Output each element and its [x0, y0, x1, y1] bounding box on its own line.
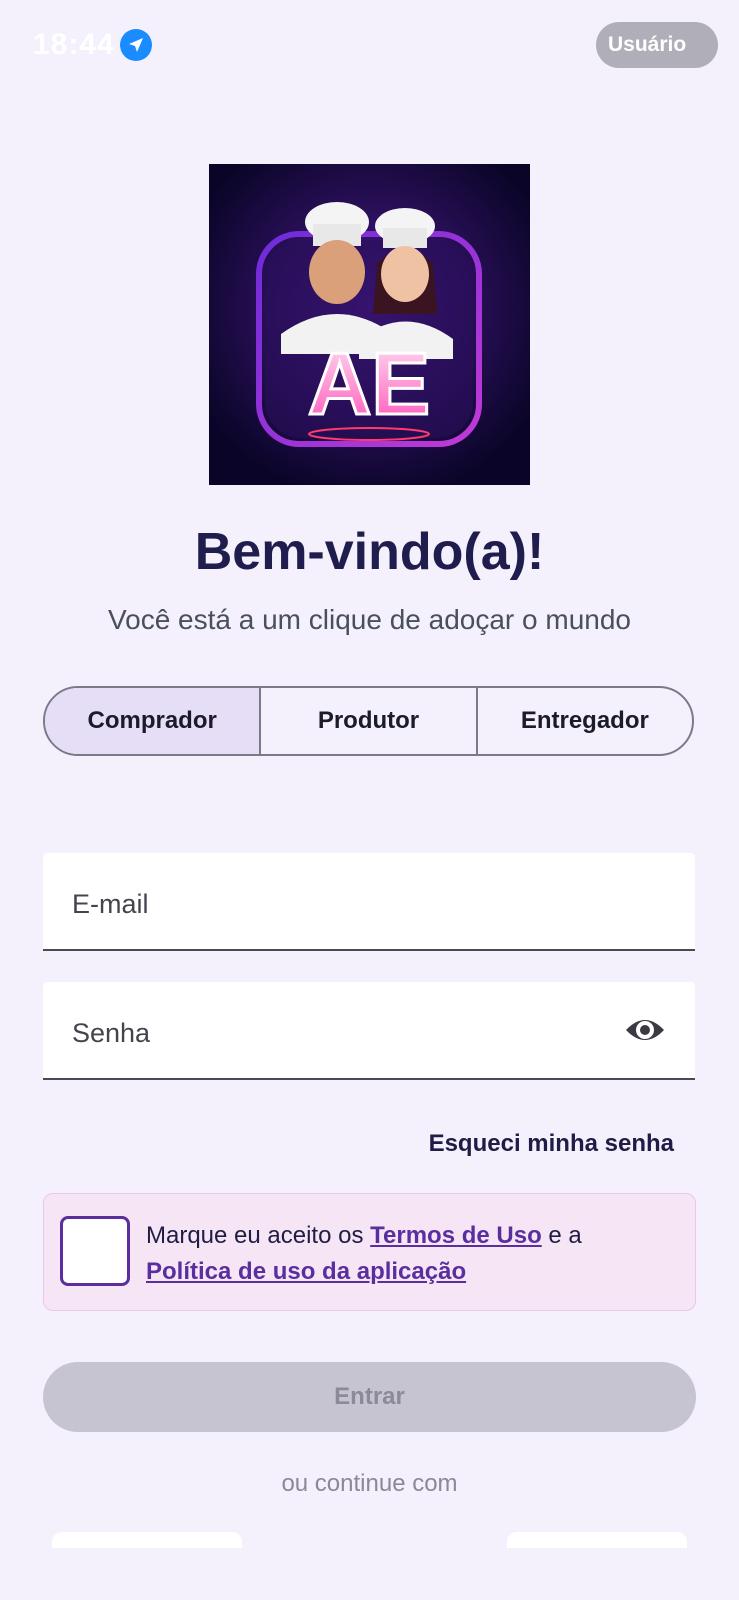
status-bar: 18:44 Usuário: [0, 0, 739, 90]
password-field[interactable]: Senha: [43, 982, 695, 1080]
logo-letters: AE: [308, 334, 430, 433]
terms-text: Marque eu aceito os Termos de Uso e a Po…: [146, 1218, 666, 1290]
email-label: E-mail: [72, 889, 149, 919]
terms-checkbox[interactable]: [60, 1216, 130, 1286]
email-field[interactable]: E-mail: [43, 853, 695, 951]
page-title: Bem-vindo(a)!: [194, 523, 545, 581]
social-login-button-left[interactable]: [52, 1532, 242, 1548]
show-password-eye-icon[interactable]: [624, 1012, 666, 1048]
tab-entregador[interactable]: Entregador: [478, 688, 692, 754]
status-pill[interactable]: Usuário: [596, 22, 718, 68]
page-subtitle: Você está a um clique de adoçar o mundo: [107, 604, 631, 635]
terms-prefix: Marque eu aceito os: [146, 1222, 371, 1249]
tab-produtor[interactable]: Produtor: [261, 688, 478, 754]
role-selector: Comprador Produtor Entregador: [43, 686, 694, 756]
password-label: Senha: [72, 1018, 151, 1048]
status-time: 18:44: [33, 28, 115, 61]
tab-comprador[interactable]: Comprador: [45, 688, 262, 754]
terms-middle: e a: [541, 1222, 582, 1249]
status-pill-label: Usuário: [608, 33, 687, 56]
terms-of-use-link[interactable]: Termos de Uso: [370, 1222, 542, 1249]
location-arrow-icon: [120, 29, 152, 61]
social-login-button-right[interactable]: [507, 1532, 687, 1548]
app-logo: AE: [209, 164, 530, 485]
or-continue-label: ou continue com: [281, 1470, 458, 1497]
forgot-password-link[interactable]: Esqueci minha senha: [429, 1130, 674, 1158]
terms-box: Marque eu aceito os Termos de Uso e a Po…: [43, 1193, 696, 1311]
privacy-policy-link[interactable]: Política de uso da aplicação: [146, 1258, 466, 1285]
enter-button[interactable]: Entrar: [43, 1362, 696, 1432]
